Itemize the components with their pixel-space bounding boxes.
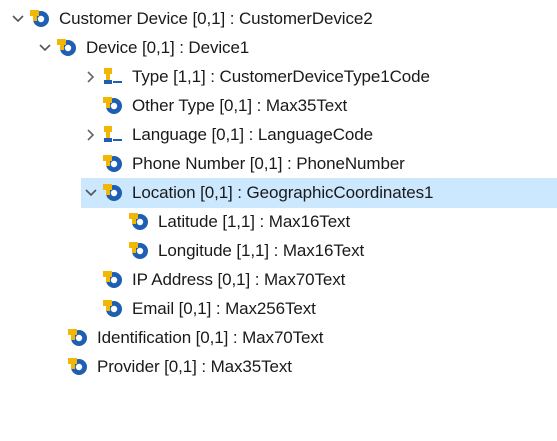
tree-node-label: Identification [0,1] : Max70Text (97, 328, 324, 347)
tree-node-identification[interactable]: Identification [0,1] : Max70Text (66, 323, 324, 353)
tree-node-label: Type [1,1] : CustomerDeviceType1Code (132, 67, 430, 86)
code-element-icon (101, 66, 125, 88)
element-icon (101, 269, 125, 291)
chevron-down-icon[interactable] (35, 33, 55, 63)
tree-node-label: Device [0,1] : Device1 (86, 38, 250, 57)
tree-node-label: Latitude [1,1] : Max16Text (158, 212, 351, 231)
chevron-down-icon[interactable] (81, 178, 101, 208)
tree-view: Customer Device [0,1] : CustomerDevice2 … (0, 0, 557, 441)
tree-node-other-type[interactable]: Other Type [0,1] : Max35Text (101, 91, 347, 121)
element-icon (101, 298, 125, 320)
element-icon (28, 8, 52, 30)
tree-node-label: IP Address [0,1] : Max70Text (132, 270, 346, 289)
tree-node-ip-address[interactable]: IP Address [0,1] : Max70Text (101, 265, 345, 295)
tree-node-device[interactable]: Device [0,1] : Device1 (35, 33, 249, 63)
tree-node-longitude[interactable]: Longitude [1,1] : Max16Text (127, 236, 364, 266)
element-icon (66, 327, 90, 349)
tree-node-label: Email [0,1] : Max256Text (132, 299, 316, 318)
chevron-right-icon[interactable] (81, 120, 101, 150)
tree-node-label: Location [0,1] : GeographicCoordinates1 (132, 183, 434, 202)
tree-node-label: Provider [0,1] : Max35Text (97, 357, 292, 376)
tree-node-label: Phone Number [0,1] : PhoneNumber (132, 154, 405, 173)
code-element-icon (101, 124, 125, 146)
element-icon (55, 37, 79, 59)
tree-node-type[interactable]: Type [1,1] : CustomerDeviceType1Code (81, 62, 430, 92)
tree-node-label: Language [0,1] : LanguageCode (132, 125, 373, 144)
element-icon (127, 211, 151, 233)
tree-node-language[interactable]: Language [0,1] : LanguageCode (81, 120, 373, 150)
chevron-down-icon[interactable] (8, 4, 28, 34)
tree-node-phone-number[interactable]: Phone Number [0,1] : PhoneNumber (101, 149, 405, 179)
element-icon (101, 182, 125, 204)
tree-node-provider[interactable]: Provider [0,1] : Max35Text (66, 352, 292, 382)
tree-node-customer-device[interactable]: Customer Device [0,1] : CustomerDevice2 (8, 4, 373, 34)
chevron-right-icon[interactable] (81, 62, 101, 92)
element-icon (101, 95, 125, 117)
tree-node-label: Longitude [1,1] : Max16Text (158, 241, 365, 260)
tree-node-label: Other Type [0,1] : Max35Text (132, 96, 348, 115)
tree-node-latitude[interactable]: Latitude [1,1] : Max16Text (127, 207, 350, 237)
element-icon (127, 240, 151, 262)
element-icon (101, 153, 125, 175)
element-icon (66, 356, 90, 378)
tree-node-location[interactable]: Location [0,1] : GeographicCoordinates1 (81, 178, 557, 208)
tree-node-email[interactable]: Email [0,1] : Max256Text (101, 294, 316, 324)
tree-node-label: Customer Device [0,1] : CustomerDevice2 (59, 9, 373, 28)
